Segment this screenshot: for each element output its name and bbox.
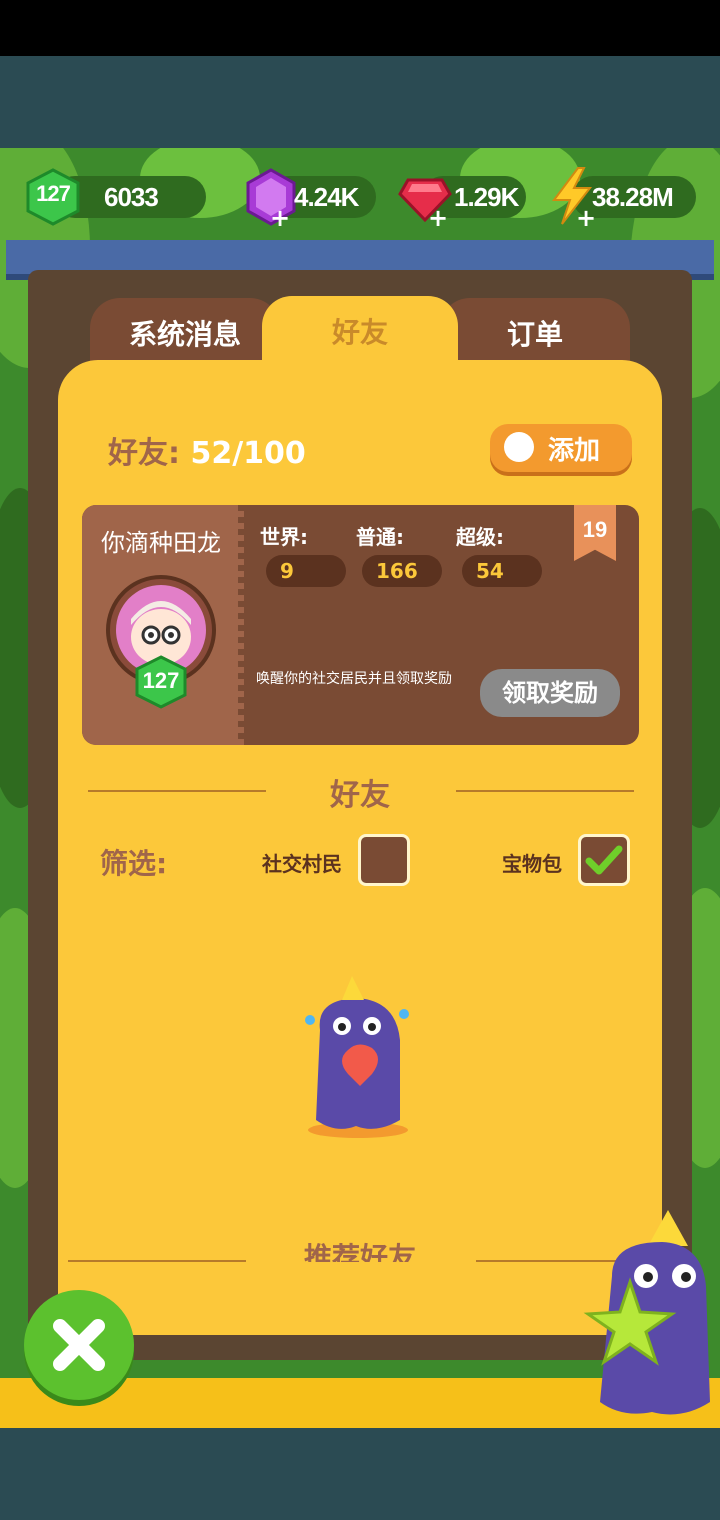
purple-gem-counter[interactable]: + 4.24K	[244, 168, 378, 232]
add-friend-button[interactable]: 添加	[490, 424, 632, 472]
add-friend-label: 添加	[548, 436, 601, 466]
level-value: 127	[36, 181, 71, 206]
filter-treasure-bag-label: 宝物包	[502, 852, 562, 876]
filter-social-villager-label: 社交村民	[262, 852, 342, 876]
filter-treasure-bag-checkbox[interactable]	[578, 834, 630, 886]
player-name: 你滴种田龙	[101, 529, 221, 557]
stat-normal-label: 普通:	[356, 525, 404, 549]
friend-count-value: 52/100	[190, 436, 306, 471]
red-gem-value: 1.29K	[454, 182, 519, 212]
tab-label: 系统消息	[128, 318, 241, 351]
dino-mascot-with-star	[583, 1210, 710, 1415]
red-gem-counter[interactable]: + 1.29K	[398, 172, 528, 232]
divider	[88, 790, 266, 792]
plus-icon: +	[428, 204, 449, 232]
claim-reward-button[interactable]: 领取奖励	[480, 669, 620, 717]
rank-badge: 19	[582, 517, 608, 542]
tab-label: 好友	[331, 316, 388, 349]
close-icon	[53, 1319, 105, 1371]
xp-value: 6033	[104, 182, 159, 212]
filter-label: 筛选:	[100, 847, 168, 880]
energy-counter[interactable]: + 38.28M	[548, 167, 698, 232]
section-title-recommended-wrap: 推荐好友	[260, 1240, 460, 1262]
status-bar-area	[0, 0, 720, 56]
filter-social-villager-checkbox[interactable]	[358, 834, 410, 886]
purple-gem-value: 4.24K	[294, 182, 359, 212]
divider	[68, 1260, 246, 1262]
level-xp-display: 127 6033	[24, 168, 214, 226]
add-user-icon	[504, 432, 534, 462]
section-title-friends: 好友	[330, 778, 390, 813]
check-icon	[585, 845, 623, 875]
section-title-recommended: 推荐好友	[303, 1241, 416, 1262]
energy-value: 38.28M	[592, 182, 674, 212]
friend-count: 好友: 52/100	[108, 428, 306, 472]
plus-icon: +	[270, 204, 291, 232]
crying-dino-illustration	[305, 976, 409, 1138]
claim-note: 唤醒你的社交居民并且领取奖励	[256, 671, 452, 687]
player-level: 127	[142, 668, 180, 693]
divider	[456, 790, 634, 792]
background-lower	[0, 1428, 720, 1520]
profile-card: 你滴种田龙 127 世界: 普通: 超级: 9 166 54 19 唤醒你的社交…	[82, 505, 639, 745]
stat-world-value: 9	[266, 555, 346, 587]
tab-label: 订单	[506, 318, 563, 351]
close-button[interactable]	[24, 1290, 134, 1400]
background-upper	[0, 56, 720, 148]
stat-super-label: 超级:	[456, 525, 504, 549]
stat-world-label: 世界:	[260, 525, 308, 549]
stat-normal-value: 166	[362, 555, 442, 587]
friend-count-label: 好友:	[108, 436, 180, 471]
stat-super-value: 54	[462, 555, 542, 587]
